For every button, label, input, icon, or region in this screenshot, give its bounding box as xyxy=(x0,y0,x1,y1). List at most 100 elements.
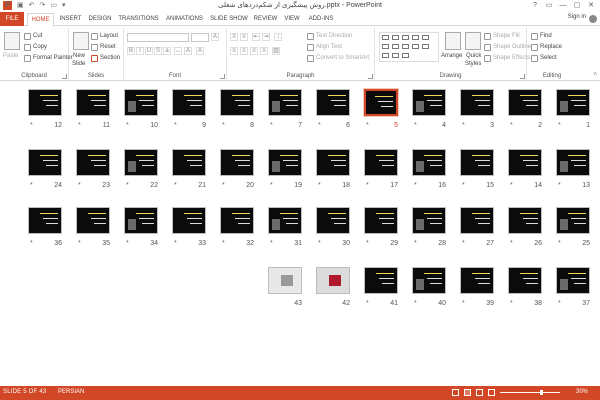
paste-icon[interactable] xyxy=(4,32,20,50)
transition-star-icon[interactable]: * xyxy=(414,300,417,308)
columns-icon[interactable]: ▥ xyxy=(272,47,280,55)
increase-indent-icon[interactable]: ⇥ xyxy=(262,33,270,41)
transition-star-icon[interactable]: * xyxy=(222,182,225,190)
numbering-icon[interactable]: ≡ xyxy=(240,33,248,41)
transition-star-icon[interactable]: * xyxy=(510,300,513,308)
transition-star-icon[interactable]: * xyxy=(174,122,177,130)
maximize-icon[interactable]: ▢ xyxy=(570,0,584,11)
slide-thumbnail[interactable] xyxy=(412,89,446,116)
user-icon[interactable] xyxy=(589,15,597,23)
arrange-icon[interactable] xyxy=(445,32,461,50)
slide-thumbnail[interactable] xyxy=(268,89,302,116)
curve-shape-icon[interactable] xyxy=(402,44,409,49)
slide-thumbnail[interactable] xyxy=(172,149,206,176)
line-spacing-icon[interactable]: ↕ xyxy=(274,33,282,41)
undo-icon[interactable]: ↶ xyxy=(29,1,35,10)
transition-star-icon[interactable]: * xyxy=(510,182,513,190)
slide-thumbnail[interactable] xyxy=(124,149,158,176)
section-button[interactable]: Section xyxy=(91,54,120,62)
language-status[interactable]: PERSIAN xyxy=(58,389,84,395)
tab-transitions[interactable]: TRANSITIONS xyxy=(117,13,160,25)
slide-thumbnail[interactable] xyxy=(124,89,158,116)
paragraph-launcher-icon[interactable] xyxy=(368,74,373,79)
tab-view[interactable]: VIEW xyxy=(282,13,302,25)
sign-in-link[interactable]: Sign in xyxy=(568,14,586,20)
slide-thumbnail[interactable] xyxy=(508,207,542,234)
select-button[interactable]: Select xyxy=(531,54,557,62)
transition-star-icon[interactable]: * xyxy=(366,300,369,308)
slide-sorter-view-icon[interactable] xyxy=(464,389,471,396)
transition-star-icon[interactable]: * xyxy=(558,122,561,130)
replace-button[interactable]: Replace xyxy=(531,43,562,51)
layout-button[interactable]: Layout xyxy=(91,32,118,40)
transition-star-icon[interactable]: * xyxy=(558,240,561,248)
slide-thumbnail[interactable] xyxy=(172,89,206,116)
find-button[interactable]: Find xyxy=(531,32,552,40)
cut-button[interactable]: Cut xyxy=(24,32,42,40)
transition-star-icon[interactable]: * xyxy=(78,122,81,130)
transition-star-icon[interactable]: * xyxy=(30,182,33,190)
slide-thumbnail[interactable] xyxy=(28,149,62,176)
bold-icon[interactable]: B xyxy=(127,47,135,55)
new-slide-button[interactable]: New xyxy=(73,52,85,60)
transition-star-icon[interactable]: * xyxy=(30,122,33,130)
collapse-ribbon-icon[interactable]: ˄ xyxy=(593,72,597,78)
align-left-icon[interactable]: ≡ xyxy=(230,47,238,55)
slide-thumbnail[interactable] xyxy=(316,207,350,234)
tab-slide-show[interactable]: SLIDE SHOW xyxy=(209,13,249,25)
new-slide-icon[interactable] xyxy=(73,32,89,50)
slide-thumbnail[interactable] xyxy=(364,267,398,294)
char-spacing-icon[interactable]: ↔ xyxy=(174,47,182,55)
slideshow-view-icon[interactable] xyxy=(488,389,495,396)
star-shape-icon[interactable] xyxy=(422,44,429,49)
ribbon-display-icon[interactable]: ▭ xyxy=(542,0,556,11)
slide-thumbnail[interactable] xyxy=(220,207,254,234)
pentagon-shape-icon[interactable] xyxy=(392,53,399,58)
transition-star-icon[interactable]: * xyxy=(222,240,225,248)
reset-button[interactable]: Reset xyxy=(91,43,116,51)
drawing-launcher-icon[interactable] xyxy=(520,74,525,79)
callout-shape-icon[interactable] xyxy=(382,53,389,58)
clipboard-launcher-icon[interactable] xyxy=(62,74,67,79)
shape-effects-button[interactable]: Shape Effects xyxy=(484,54,530,62)
slide-thumbnail[interactable] xyxy=(364,207,398,234)
customize-qat-icon[interactable]: ▾ xyxy=(62,1,66,10)
zoom-level[interactable]: 30% xyxy=(576,389,588,395)
align-right-icon[interactable]: ≡ xyxy=(250,47,258,55)
slide-thumbnail[interactable] xyxy=(76,89,110,116)
slide-thumbnail[interactable] xyxy=(76,149,110,176)
slide-thumbnail[interactable] xyxy=(124,207,158,234)
transition-star-icon[interactable]: * xyxy=(462,182,465,190)
bullets-icon[interactable]: ≡ xyxy=(230,33,238,41)
slide-thumbnail[interactable] xyxy=(76,207,110,234)
transition-star-icon[interactable]: * xyxy=(366,182,369,190)
slide-thumbnail[interactable] xyxy=(220,149,254,176)
transition-star-icon[interactable]: * xyxy=(558,300,561,308)
transition-star-icon[interactable]: * xyxy=(126,122,129,130)
transition-star-icon[interactable]: * xyxy=(78,182,81,190)
transition-star-icon[interactable]: * xyxy=(366,240,369,248)
slide-thumbnail[interactable] xyxy=(460,149,494,176)
center-icon[interactable]: ≡ xyxy=(240,47,248,55)
slide-thumbnail[interactable] xyxy=(508,149,542,176)
quick-styles-icon[interactable] xyxy=(465,32,481,50)
minimize-icon[interactable]: — xyxy=(556,0,570,11)
transition-star-icon[interactable]: * xyxy=(414,240,417,248)
oval-shape-icon[interactable] xyxy=(392,35,399,40)
chevron-shape-icon[interactable] xyxy=(402,53,409,58)
transition-star-icon[interactable]: * xyxy=(414,122,417,130)
transition-star-icon[interactable]: * xyxy=(318,182,321,190)
change-case-icon[interactable]: A xyxy=(184,47,192,55)
arrow-shape-icon[interactable] xyxy=(412,35,419,40)
decrease-indent-icon[interactable]: ⇤ xyxy=(252,33,260,41)
transition-star-icon[interactable]: * xyxy=(222,122,225,130)
align-text-button[interactable]: Align Text xyxy=(307,43,342,51)
slide-thumbnail[interactable] xyxy=(172,207,206,234)
slide-thumbnail[interactable] xyxy=(316,149,350,176)
transition-star-icon[interactable]: * xyxy=(510,240,513,248)
slide-thumbnail[interactable] xyxy=(268,267,302,294)
line-shape-icon[interactable] xyxy=(402,35,409,40)
slide-thumbnail[interactable] xyxy=(556,149,590,176)
slide-thumbnail[interactable] xyxy=(460,207,494,234)
slide-thumbnail[interactable] xyxy=(28,207,62,234)
